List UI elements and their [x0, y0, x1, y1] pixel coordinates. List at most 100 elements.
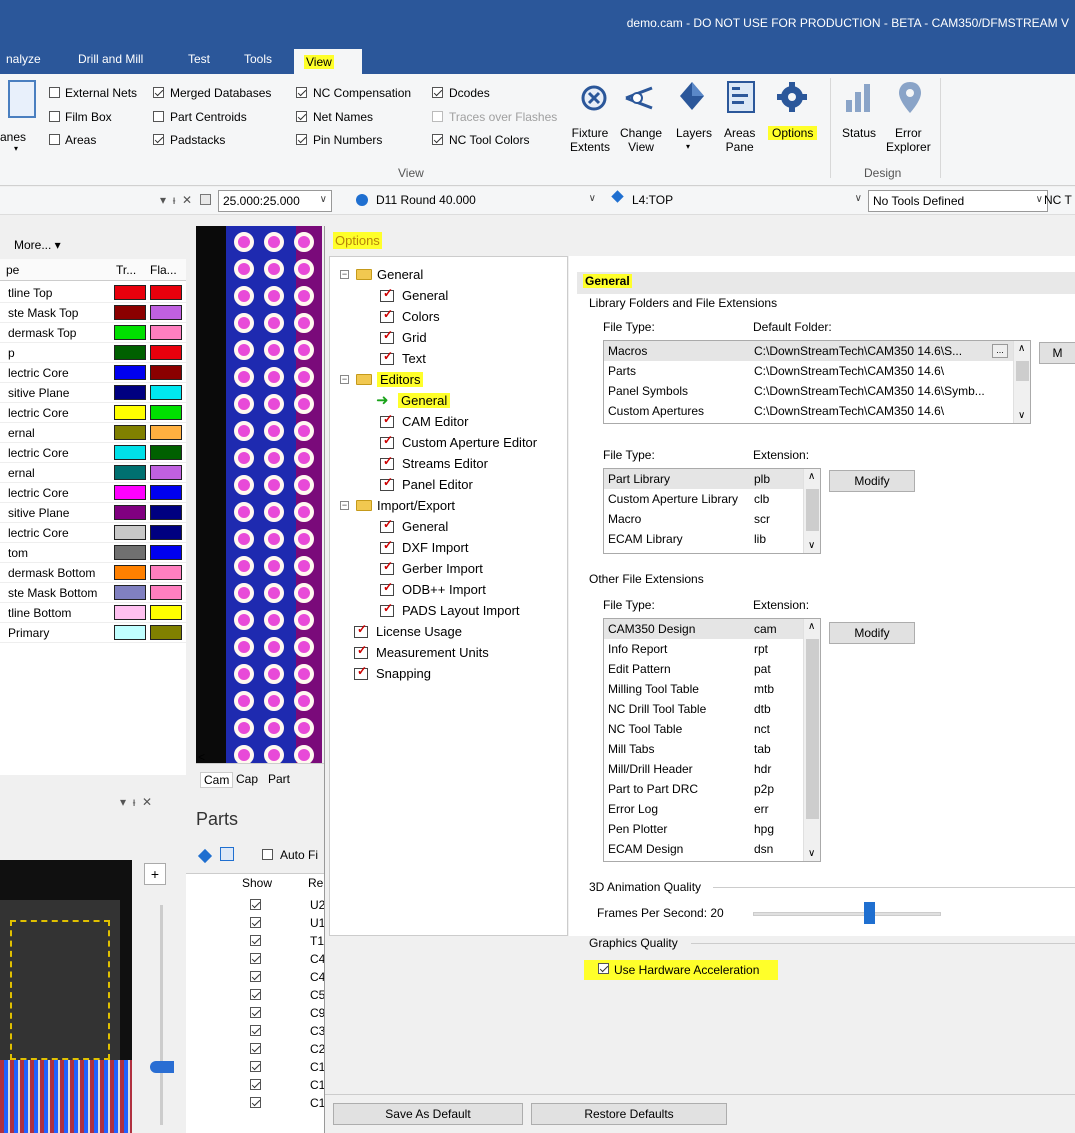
list-item[interactable]: Panel Symbols C:\DownStreamTech\CAM350 1…: [604, 381, 1030, 401]
tree-item[interactable]: DXF Import: [330, 538, 567, 558]
tree-item[interactable]: − Import/Export: [330, 496, 567, 516]
tree-item[interactable]: Custom Aperture Editor: [330, 433, 567, 453]
scroll-up-icon[interactable]: ∧: [808, 621, 815, 632]
tree-item[interactable]: PADS Layout Import: [330, 601, 567, 621]
trace-color-swatch[interactable]: [114, 305, 146, 320]
show-checkbox[interactable]: [250, 1079, 261, 1090]
show-checkbox[interactable]: [250, 1007, 261, 1018]
table-row[interactable]: C5: [186, 986, 326, 1004]
tree-item[interactable]: − Editors: [330, 370, 567, 390]
panes-icon[interactable]: [8, 80, 36, 118]
tree-item[interactable]: Panel Editor: [330, 475, 567, 495]
flash-color-swatch[interactable]: [150, 585, 182, 600]
trace-color-swatch[interactable]: [114, 565, 146, 580]
layer-row[interactable]: lectric Core: [0, 483, 186, 503]
table-row[interactable]: C9: [186, 1004, 326, 1022]
trace-color-swatch[interactable]: [114, 445, 146, 460]
scroll-down-icon[interactable]: ∨: [808, 848, 815, 859]
layer-row[interactable]: ste Mask Top: [0, 303, 186, 323]
layer-row[interactable]: tline Bottom: [0, 603, 186, 623]
show-checkbox[interactable]: [250, 917, 261, 928]
table-row[interactable]: C4: [186, 968, 326, 986]
zoom-in-button[interactable]: +: [144, 863, 166, 885]
nc-tool-colors-checkbox[interactable]: [432, 134, 443, 145]
part-view-icon[interactable]: [220, 847, 234, 861]
areas-pane-icon[interactable]: [726, 80, 756, 114]
list-item[interactable]: CAM350 Design cam: [604, 619, 820, 639]
tab-analyze[interactable]: nalyze: [6, 52, 41, 66]
layer-row[interactable]: tom: [0, 543, 186, 563]
list-item[interactable]: Error Log err: [604, 799, 820, 819]
list-item[interactable]: Custom Aperture Library clb: [604, 489, 820, 509]
external-nets-checkbox[interactable]: [49, 87, 60, 98]
tree-item[interactable]: Grid: [330, 328, 567, 348]
save-as-default-button[interactable]: Save As Default: [333, 1103, 523, 1125]
list-item[interactable]: ECAM Design dsn: [604, 839, 820, 859]
trace-color-swatch[interactable]: [114, 365, 146, 380]
fixture-extents-icon[interactable]: [580, 82, 610, 114]
areas-pane-button[interactable]: Areas Pane: [724, 126, 755, 154]
merged-databases-checkbox[interactable]: [153, 87, 164, 98]
trace-color-swatch[interactable]: [114, 465, 146, 480]
status-icon[interactable]: [842, 82, 876, 114]
fixture-extents-button[interactable]: Fixture Extents: [570, 126, 610, 154]
list-item[interactable]: Macros C:\DownStreamTech\CAM350 14.6\S..…: [604, 341, 1030, 361]
modify-other-ext-button[interactable]: Modify: [829, 622, 915, 644]
part-centroids-checkbox[interactable]: [153, 111, 164, 122]
flash-color-swatch[interactable]: [150, 365, 182, 380]
nc-combo[interactable]: NC T: [1040, 190, 1075, 212]
table-row[interactable]: C2: [186, 1040, 326, 1058]
layer-row[interactable]: Primary: [0, 623, 186, 643]
restore-defaults-button[interactable]: Restore Defaults: [531, 1103, 727, 1125]
show-checkbox[interactable]: [250, 1097, 261, 1108]
flash-color-swatch[interactable]: [150, 485, 182, 500]
collapse-icon[interactable]: −: [340, 375, 349, 384]
tab-tools[interactable]: Tools: [244, 52, 272, 66]
gear-icon[interactable]: [776, 80, 808, 114]
table-row[interactable]: T1: [186, 932, 326, 950]
layer-row[interactable]: lectric Core: [0, 403, 186, 423]
table-row[interactable]: C1: [186, 1076, 326, 1094]
list-item[interactable]: Milling Tool Table mtb: [604, 679, 820, 699]
flash-color-swatch[interactable]: [150, 305, 182, 320]
tree-item[interactable]: General: [330, 286, 567, 306]
show-checkbox[interactable]: [250, 989, 261, 1000]
trace-color-swatch[interactable]: [114, 325, 146, 340]
collapse-icon[interactable]: −: [340, 270, 349, 279]
navigator-canvas[interactable]: [0, 860, 132, 1133]
pcb-canvas[interactable]: [196, 226, 322, 763]
tab-cam[interactable]: Cam: [200, 772, 234, 788]
net-names-checkbox[interactable]: [296, 111, 307, 122]
folders-list[interactable]: Macros C:\DownStreamTech\CAM350 14.6\S..…: [603, 340, 1031, 424]
flash-color-swatch[interactable]: [150, 285, 182, 300]
tree-item[interactable]: Streams Editor: [330, 454, 567, 474]
layer-row[interactable]: sitive Plane: [0, 503, 186, 523]
flash-color-swatch[interactable]: [150, 405, 182, 420]
tree-item[interactable]: Text: [330, 349, 567, 369]
table-row[interactable]: U2: [186, 896, 326, 914]
status-button[interactable]: Status: [842, 126, 876, 140]
scrollbar-thumb[interactable]: [806, 489, 819, 531]
tree-item[interactable]: ODB++ Import: [330, 580, 567, 600]
list-item[interactable]: Edit Pattern pat: [604, 659, 820, 679]
table-row[interactable]: C1: [186, 1058, 326, 1076]
flash-color-swatch[interactable]: [150, 605, 182, 620]
chevron-down-icon[interactable]: ▾: [686, 140, 690, 154]
layer-row[interactable]: lectric Core: [0, 443, 186, 463]
error-explorer-button[interactable]: Error Explorer: [886, 126, 931, 154]
flash-color-swatch[interactable]: [150, 565, 182, 580]
show-checkbox[interactable]: [250, 971, 261, 982]
scrollbar[interactable]: ∧ ∨: [803, 619, 820, 861]
dcodes-checkbox[interactable]: [432, 87, 443, 98]
show-checkbox[interactable]: [250, 899, 261, 910]
tree-item[interactable]: − General: [330, 265, 567, 285]
trace-color-swatch[interactable]: [114, 525, 146, 540]
film-box-checkbox[interactable]: [49, 111, 60, 122]
tab-view[interactable]: View: [294, 49, 362, 74]
layer-row[interactable]: ernal: [0, 423, 186, 443]
modify-folder-button[interactable]: M: [1039, 342, 1075, 364]
chevron-down-icon[interactable]: ▾: [14, 144, 18, 153]
layer-row[interactable]: p: [0, 343, 186, 363]
list-item[interactable]: Mill Tabs tab: [604, 739, 820, 759]
col-tr[interactable]: Tr...: [116, 263, 136, 277]
